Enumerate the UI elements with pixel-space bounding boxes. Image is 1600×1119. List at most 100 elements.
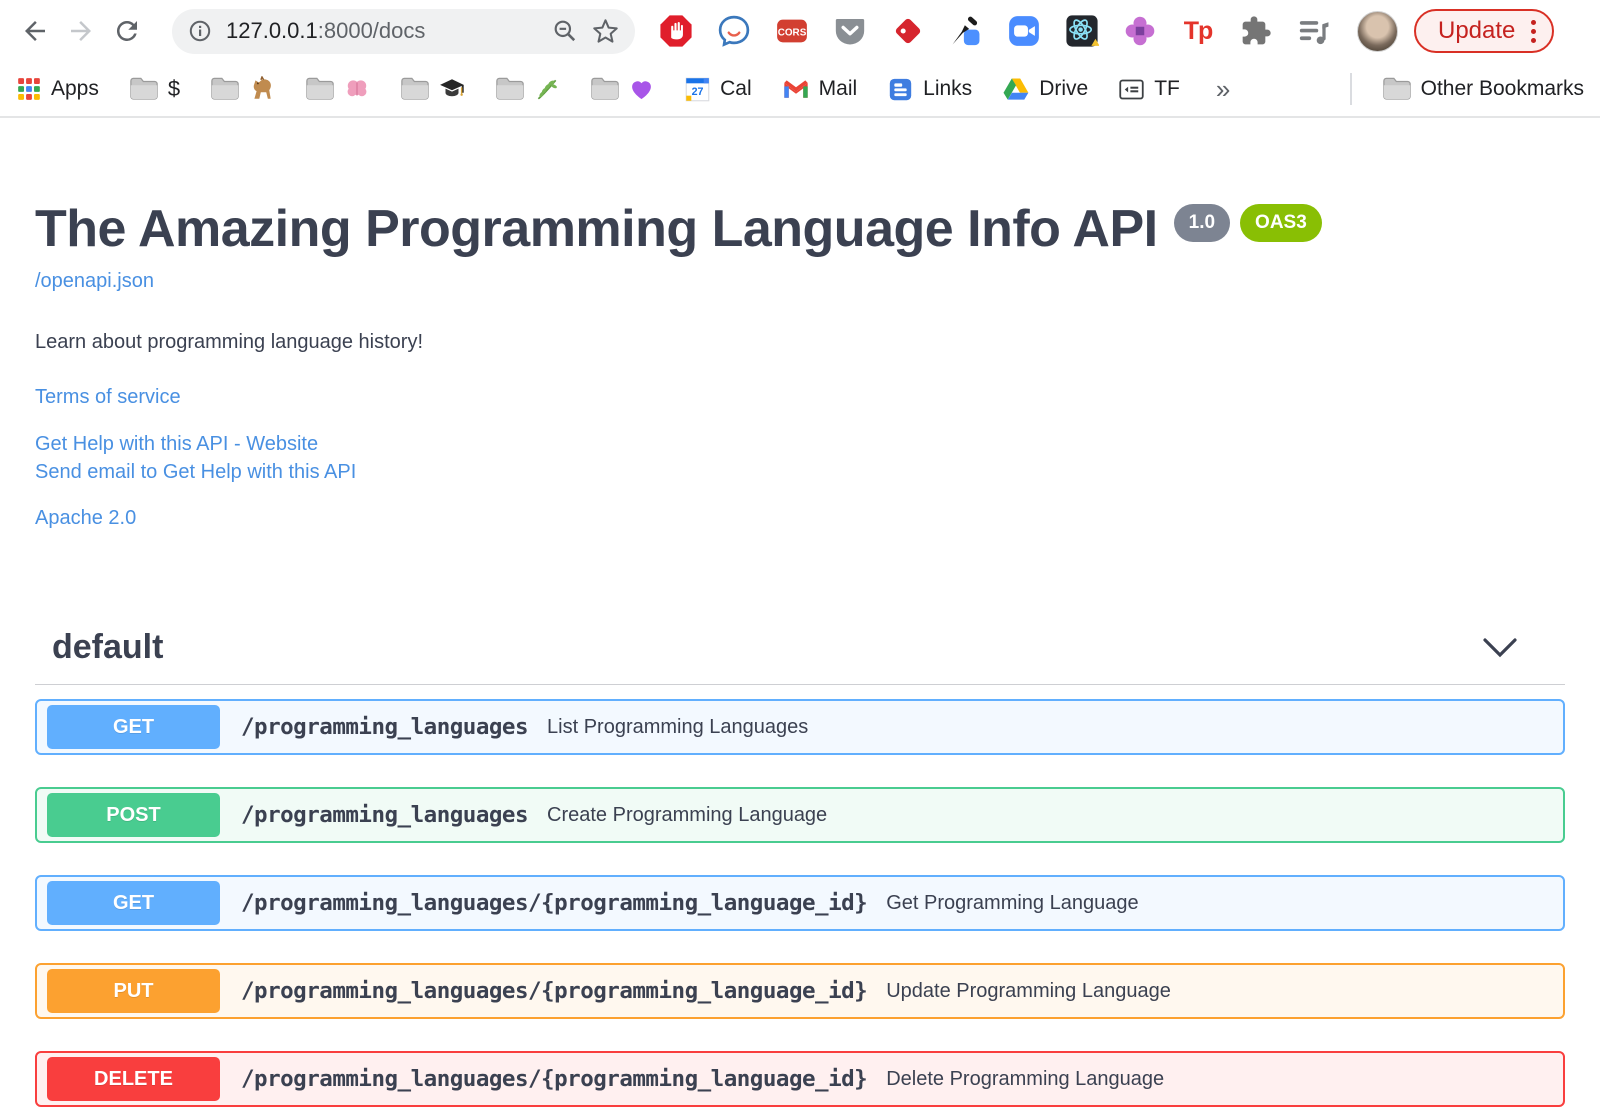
google-drive-icon xyxy=(1003,78,1029,100)
endpoint-path: /programming_languages/{programming_lang… xyxy=(241,1066,868,1093)
license-link[interactable]: Apache 2.0 xyxy=(35,507,136,530)
zoom-extension-icon[interactable] xyxy=(1007,14,1041,48)
folder-icon xyxy=(591,77,619,100)
apps-grid-icon xyxy=(18,78,40,100)
folder-icon xyxy=(306,77,334,100)
profile-avatar[interactable] xyxy=(1357,10,1398,52)
method-badge: GET xyxy=(47,705,220,750)
bookmark-links[interactable]: Links xyxy=(887,76,972,103)
herb-icon xyxy=(537,79,558,100)
back-button[interactable] xyxy=(12,8,58,54)
chat-bubble-extension-icon[interactable] xyxy=(717,14,751,48)
forward-button[interactable] xyxy=(58,8,104,54)
links-doc-icon xyxy=(889,78,912,100)
bookmark-mail[interactable]: Mail xyxy=(782,75,858,103)
bookmark-label: Mail xyxy=(818,77,858,100)
playlist-extension-icon[interactable] xyxy=(1297,14,1331,48)
url-path: :8000/docs xyxy=(317,18,426,43)
endpoint-row-get-list[interactable]: GET /programming_languages List Programm… xyxy=(35,699,1565,756)
bookmarks-overflow-chevron[interactable]: » xyxy=(1216,74,1230,105)
cors-label: CORS xyxy=(778,28,807,39)
url-text[interactable]: 127.0.0.1:8000/docs xyxy=(226,18,538,44)
bookmark-calendar[interactable]: 27 Cal xyxy=(684,76,752,103)
bookmark-label: Links xyxy=(923,77,973,100)
contact-website-link[interactable]: Get Help with this API - Website xyxy=(35,430,1565,458)
api-description: Learn about programming language history… xyxy=(35,330,424,353)
bookmark-label: Cal xyxy=(720,77,752,100)
reload-button[interactable] xyxy=(104,8,150,54)
extensions-row: CORS Tp xyxy=(659,14,1331,48)
endpoint-row-delete[interactable]: DELETE /programming_languages/{programmi… xyxy=(35,1051,1565,1108)
zoom-out-icon[interactable] xyxy=(552,18,578,44)
tf-site-icon xyxy=(1119,79,1144,99)
endpoint-row-get-one[interactable]: GET /programming_languages/{programming_… xyxy=(35,875,1565,932)
contact-links: Get Help with this API - Website Send em… xyxy=(35,430,1565,487)
terms-of-service-link[interactable]: Terms of service xyxy=(35,386,181,409)
folder-icon xyxy=(401,77,429,100)
endpoint-summary: Create Programming Language xyxy=(547,803,828,826)
oas3-badge: OAS3 xyxy=(1240,204,1322,242)
forward-arrow-icon xyxy=(71,21,91,41)
bookmark-folder-horse[interactable] xyxy=(210,76,275,102)
openapi-json-link[interactable]: /openapi.json xyxy=(35,270,154,293)
api-info: The Amazing Programming Language Info AP… xyxy=(35,202,1565,530)
default-section: default GET /programming_languages List … xyxy=(35,628,1565,1108)
endpoint-path: /programming_languages xyxy=(241,802,529,829)
api-badges: 1.0 OAS3 xyxy=(1173,204,1322,242)
folder-icon xyxy=(496,77,524,100)
cors-extension-icon[interactable]: CORS xyxy=(775,14,809,48)
purple-pinwheel-extension-icon[interactable] xyxy=(1123,14,1157,48)
chevron-down-icon[interactable] xyxy=(1483,638,1517,658)
dollar-sign: $ xyxy=(167,76,181,101)
endpoint-path: /programming_languages/{programming_lang… xyxy=(241,978,868,1005)
adblock-extension-icon[interactable] xyxy=(659,14,693,48)
contact-email-link[interactable]: Send email to Get Help with this API xyxy=(35,458,1565,486)
tp-extension-icon[interactable]: Tp xyxy=(1181,14,1215,48)
address-bar[interactable]: 127.0.0.1:8000/docs xyxy=(172,8,635,54)
graduation-cap-icon xyxy=(440,79,464,97)
carousel-horse-icon xyxy=(253,76,272,99)
method-badge: GET xyxy=(47,881,220,926)
extensions-puzzle-icon[interactable] xyxy=(1239,14,1273,48)
site-info-icon[interactable] xyxy=(188,19,212,43)
bookmark-folder-brain[interactable] xyxy=(305,76,370,102)
diamond-extension-icon[interactable] xyxy=(891,14,925,48)
endpoint-path: /programming_languages xyxy=(241,714,529,741)
bookmark-folder-finance[interactable]: $ xyxy=(129,76,180,102)
bookmark-folder-favorites[interactable] xyxy=(590,76,654,102)
bookmark-star-icon[interactable] xyxy=(592,18,619,45)
update-button[interactable]: Update xyxy=(1414,9,1555,53)
reload-icon xyxy=(116,20,137,41)
section-header[interactable]: default xyxy=(35,628,1565,686)
endpoint-row-post-create[interactable]: POST /programming_languages Create Progr… xyxy=(35,787,1565,844)
browser-menu-dots-icon[interactable] xyxy=(1531,19,1537,43)
bookmark-folder-education[interactable] xyxy=(400,76,465,102)
bookmark-tf[interactable]: TF xyxy=(1118,76,1180,103)
method-badge: DELETE xyxy=(47,1057,220,1102)
brain-icon xyxy=(347,80,367,97)
color-picker-extension-icon[interactable] xyxy=(949,14,983,48)
endpoint-path: /programming_languages/{programming_lang… xyxy=(241,890,868,917)
purple-heart-icon xyxy=(632,80,652,99)
bookmark-drive[interactable]: Drive xyxy=(1002,75,1088,103)
bookmarks-divider xyxy=(1349,73,1352,105)
endpoint-list: GET /programming_languages List Programm… xyxy=(35,685,1565,1108)
bookmark-label: Other Bookmarks xyxy=(1420,77,1584,100)
endpoint-summary: Update Programming Language xyxy=(886,979,1171,1002)
bookmark-apps[interactable]: Apps xyxy=(16,76,99,102)
update-label: Update xyxy=(1438,17,1516,44)
bookmark-other-bookmarks[interactable]: Other Bookmarks xyxy=(1382,76,1584,102)
bookmark-label: Drive xyxy=(1039,77,1089,100)
tp-label: Tp xyxy=(1183,16,1214,45)
url-host: 127.0.0.1 xyxy=(226,18,318,43)
folder-icon xyxy=(1382,77,1411,100)
method-badge: POST xyxy=(47,793,220,838)
react-devtools-extension-icon[interactable] xyxy=(1065,14,1099,48)
endpoint-row-put-update[interactable]: PUT /programming_languages/{programming_… xyxy=(35,963,1565,1020)
pocket-extension-icon[interactable] xyxy=(833,14,867,48)
bookmark-label: Apps xyxy=(51,77,99,100)
bookmark-folder-herb[interactable] xyxy=(495,76,560,102)
google-calendar-icon: 27 xyxy=(685,77,710,101)
version-badge: 1.0 xyxy=(1173,204,1231,242)
endpoint-summary: List Programming Languages xyxy=(547,715,809,738)
